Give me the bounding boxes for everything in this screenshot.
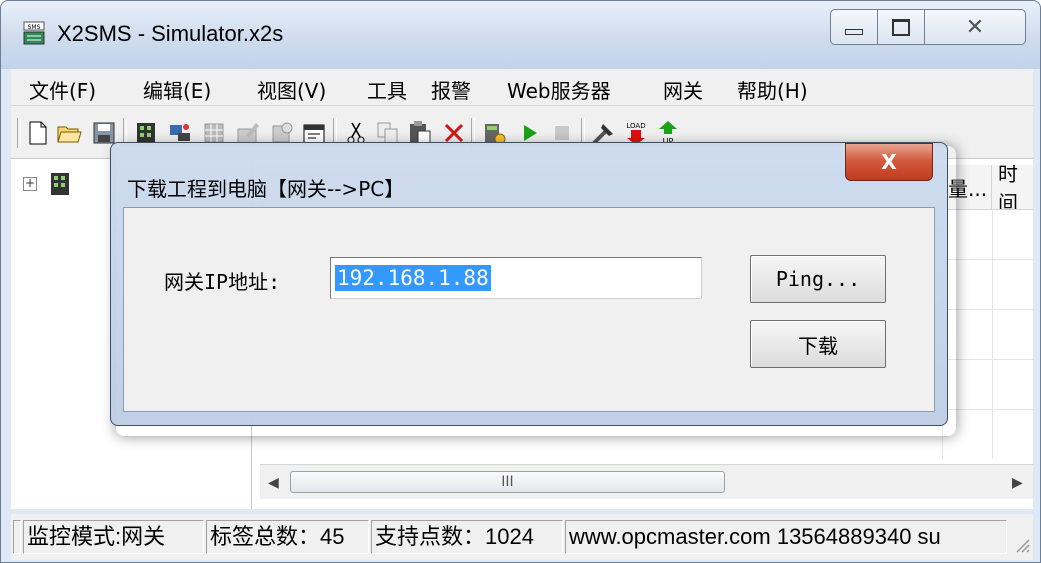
- dialog-title: 下载工程到电脑【网关-->PC】: [127, 177, 405, 201]
- sms-app-icon: SMS: [23, 21, 45, 45]
- maximize-button[interactable]: [877, 9, 925, 45]
- open-folder-icon[interactable]: [57, 120, 83, 146]
- menu-web-server[interactable]: Web服务器: [507, 75, 611, 104]
- window-title: X2SMS - Simulator.x2s: [57, 21, 284, 46]
- tree-expander[interactable]: +: [23, 177, 37, 191]
- new-file-icon[interactable]: [25, 120, 51, 146]
- minimize-icon: [845, 29, 863, 35]
- close-icon: X: [881, 150, 897, 174]
- menu-bar: 文件(F) 编辑(E) 视图(V) 工具 报警 Web服务器 网关 帮助(H): [11, 69, 1033, 106]
- grid-line: [992, 209, 993, 459]
- gateway-node-icon[interactable]: [49, 171, 71, 197]
- download-dialog: 下载工程到电脑【网关-->PC】 X 网关IP地址: 192.168.1.88 …: [110, 142, 948, 426]
- menu-view[interactable]: 视图(V): [257, 75, 326, 104]
- status-cell-first: [13, 520, 21, 554]
- menu-gateway[interactable]: 网关: [663, 75, 703, 104]
- menu-help[interactable]: 帮助(H): [737, 75, 808, 104]
- svg-text:SMS: SMS: [28, 24, 41, 31]
- minimize-button[interactable]: [830, 9, 878, 45]
- svg-text:LOAD: LOAD: [626, 122, 645, 130]
- dialog-body: 网关IP地址: 192.168.1.88 Ping... 下载: [123, 207, 935, 412]
- close-button[interactable]: ✕: [924, 9, 1026, 45]
- download-button[interactable]: 下载: [750, 320, 886, 368]
- scroll-right-icon[interactable]: ▶: [1012, 475, 1023, 491]
- menu-edit[interactable]: 编辑(E): [143, 75, 211, 104]
- status-mode: 监控模式:网关: [23, 520, 204, 554]
- ip-address-input[interactable]: 192.168.1.88: [330, 257, 702, 299]
- status-tag-count: 标签总数：45: [206, 520, 369, 554]
- title-bar[interactable]: SMS X2SMS - Simulator.x2s ✕: [1, 1, 1040, 69]
- column-header-time[interactable]: 时间: [992, 165, 1033, 209]
- maximize-icon: [892, 18, 910, 36]
- close-icon: ✕: [965, 14, 985, 40]
- horizontal-scrollbar[interactable]: ◀ III ▶: [260, 464, 1033, 499]
- ip-address-value: 192.168.1.88: [335, 265, 491, 291]
- scroll-thumb[interactable]: III: [290, 471, 725, 493]
- ping-button[interactable]: Ping...: [750, 255, 886, 303]
- toolbar-separator: [17, 118, 21, 148]
- menu-file[interactable]: 文件(F): [29, 75, 96, 104]
- menu-tools[interactable]: 工具: [367, 75, 407, 104]
- status-point-count: 支持点数：1024: [371, 520, 563, 554]
- scroll-left-icon[interactable]: ◀: [268, 475, 279, 491]
- status-info: www.opcmaster.com 13564889340 su: [565, 520, 1007, 554]
- resize-grip-icon[interactable]: [1011, 534, 1031, 554]
- menu-alarm[interactable]: 报警: [431, 75, 471, 104]
- ip-label: 网关IP地址:: [164, 270, 281, 294]
- dialog-close-button[interactable]: X: [845, 143, 933, 181]
- status-bar: 监控模式:网关 标签总数：45 支持点数：1024 www.opcmaster.…: [11, 514, 1033, 560]
